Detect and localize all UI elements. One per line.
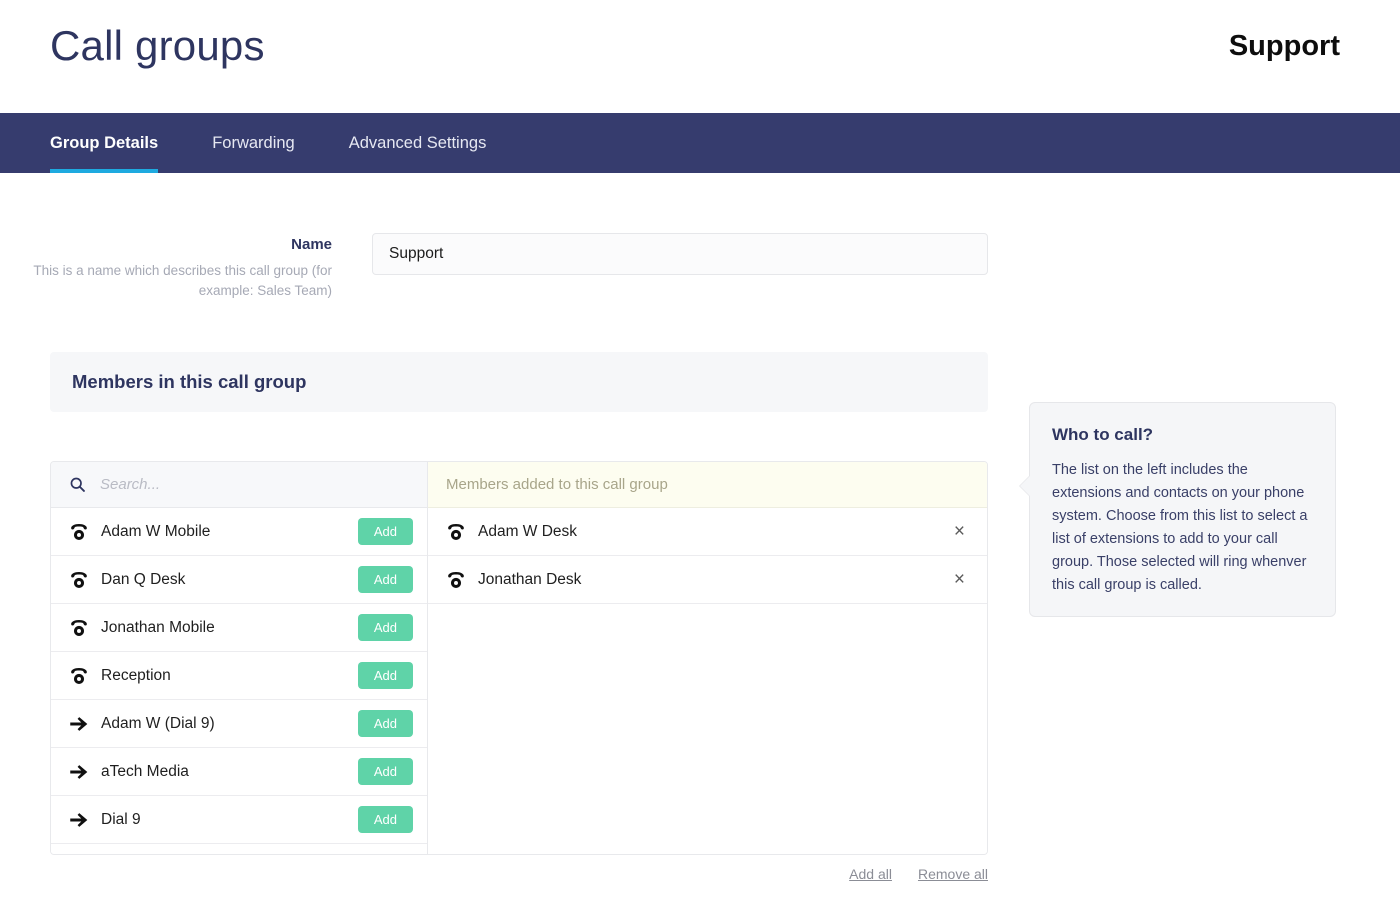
add-member-button[interactable]: Add [357,805,413,834]
members-section-title: Members in this call group [72,371,307,392]
tab-group-details-label: Group Details [50,133,159,152]
available-member-label: Dial 9 [101,810,141,828]
available-member-label: aTech Media [101,762,189,780]
who-to-call-callout: Who to call? The list on the left includ… [1019,402,1336,617]
available-member-row: Adam W Mobile Add [51,508,427,556]
tab-advanced-settings[interactable]: Advanced Settings [349,113,487,173]
tab-group-details[interactable]: Group Details [50,113,159,173]
add-member-button[interactable]: Add [357,709,413,738]
remove-member-button[interactable]: × [946,570,973,589]
name-label-block: Name This is a name which describes this… [0,235,332,302]
callout-title: Who to call? [1052,425,1154,444]
available-member-label: Dan Q Desk [101,570,186,588]
added-member-row: Adam W Desk × [428,508,987,556]
added-member-label: Adam W Desk [478,522,578,540]
search-input[interactable] [98,475,378,494]
tab-navigation-bar: Group Details Forwarding Advanced Settin… [0,113,1400,173]
tab-forwarding-label: Forwarding [212,133,295,152]
available-member-label: Reception [101,666,171,684]
available-member-label: Adam W Mobile [101,522,211,540]
available-member-row: Dial 9 Add [51,796,427,844]
added-members-list: Adam W Desk × Jonathan Desk × [428,508,987,604]
tab-advanced-settings-label: Advanced Settings [348,133,487,152]
add-all-link[interactable]: Add all [849,866,892,882]
added-members-panel: Members added to this call group Adam W … [428,462,987,854]
members-section-header: Members in this call group [50,352,988,412]
add-member-button[interactable]: Add [357,565,413,594]
list-bulk-actions: Add all Remove all [50,866,988,882]
page-title: Call groups [50,22,265,69]
available-member-row: Jonathan Mobile Add [51,604,427,652]
added-members-header-label: Members added to this call group [446,476,668,493]
add-member-button[interactable]: Add [357,661,413,690]
remove-all-link[interactable]: Remove all [918,866,988,882]
available-member-label: Adam W (Dial 9) [101,714,215,732]
available-member-label: Jonathan Mobile [101,618,215,636]
phone-icon [69,619,91,637]
callout-body: The list on the left includes the extens… [1052,462,1308,593]
add-member-button[interactable]: Add [357,613,413,642]
search-icon [69,476,98,493]
group-name-heading: Support [1228,30,1340,62]
available-members-list: Adam W Mobile Add Dan Q Desk Add Jonathan Mo… [51,508,427,854]
phone-icon [446,571,468,589]
arrow-right-icon [69,716,91,732]
phone-icon [69,523,91,541]
page-header: Call groups Support [0,0,1400,113]
remove-member-button[interactable]: × [946,522,973,541]
available-member-row: aTech Media Add [51,748,427,796]
tab-list: Group Details Forwarding Advanced Settin… [50,113,540,173]
available-member-row: Dan Q Desk Add [51,556,427,604]
tab-forwarding[interactable]: Forwarding [212,113,295,173]
call-groups-page: Call groups Support Group Details Forwar… [0,0,1400,905]
phone-icon [69,667,91,685]
name-label: Name [291,236,332,253]
added-members-header: Members added to this call group [428,462,987,508]
added-member-row: Jonathan Desk × [428,556,987,604]
phone-icon [446,523,468,541]
available-member-row: Reception Add [51,652,427,700]
available-members-panel: Adam W MobileAddDan Q DeskAddJonathan Mo… [51,462,428,854]
added-member-label: Jonathan Desk [478,570,582,588]
available-member-row-partial [51,844,427,854]
arrow-right-icon [69,764,91,780]
search-bar [51,462,427,508]
add-member-button[interactable]: Add [357,517,413,546]
phone-icon [69,571,91,589]
name-help-text: This is a name which describes this call… [33,262,332,299]
member-selector: Adam W MobileAddDan Q DeskAddJonathan Mo… [50,461,988,855]
add-member-button[interactable]: Add [357,757,413,786]
name-input[interactable] [372,233,988,275]
arrow-right-icon [69,812,91,828]
available-member-row: Adam W (Dial 9) Add [51,700,427,748]
